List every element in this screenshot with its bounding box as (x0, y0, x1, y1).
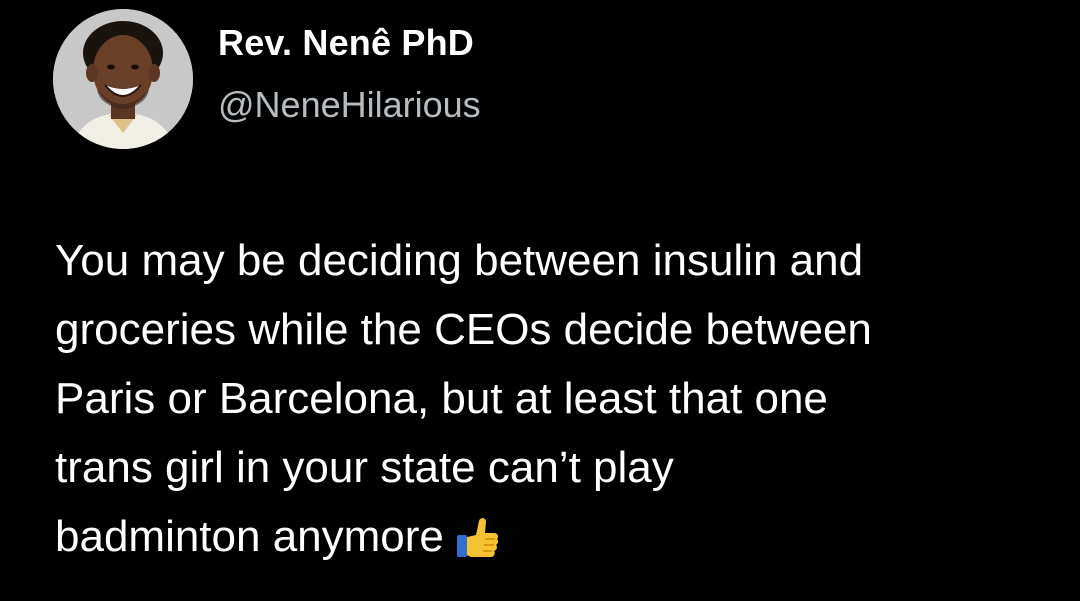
author-handle[interactable]: @NeneHilarious (218, 84, 481, 126)
avatar[interactable] (53, 9, 193, 149)
tweet-line: trans girl in your state can’t play (55, 443, 674, 492)
thumbs-up-icon (454, 512, 500, 581)
tweet-line: You may be deciding between insulin and (55, 236, 864, 285)
tweet-text: You may be deciding between insulin and … (55, 226, 1055, 581)
tweet-card: Rev. Nenê PhD @NeneHilarious You may be … (0, 0, 1080, 601)
author-display-name[interactable]: Rev. Nenê PhD (218, 22, 474, 64)
tweet-last-line: badminton anymore (55, 502, 1055, 581)
tweet-line: Paris or Barcelona, but at least that on… (55, 374, 828, 423)
tweet-line-text: badminton anymore (55, 512, 444, 561)
tweet-line: groceries while the CEOs decide between (55, 305, 872, 354)
avatar-portrait-icon (53, 9, 193, 149)
